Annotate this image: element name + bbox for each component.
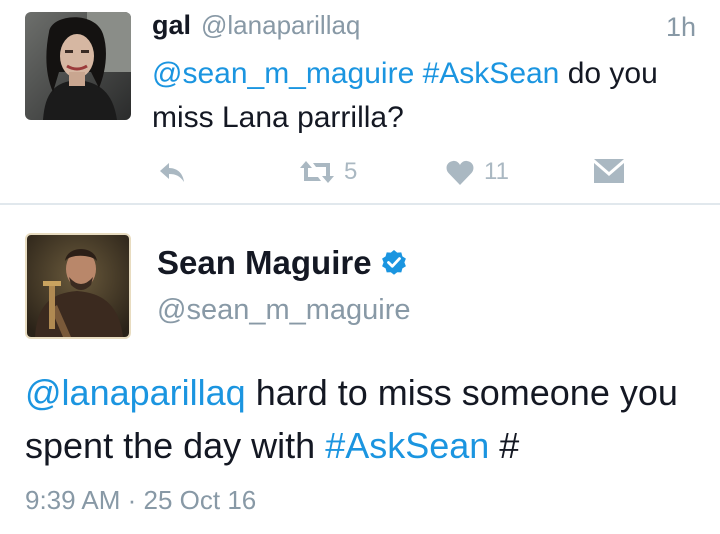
direct-message-button[interactable] xyxy=(594,159,624,183)
verified-badge-icon xyxy=(380,249,408,277)
reply-icon xyxy=(158,160,186,184)
tweet-time: 9:39 AM xyxy=(25,485,121,515)
reply-tweet[interactable]: gal @lanaparillaq 1h @sean_m_maguire #As… xyxy=(0,0,720,205)
retweet-button[interactable]: 5 xyxy=(300,158,357,186)
avatar-photo xyxy=(27,235,129,337)
tweet-time: 1h xyxy=(665,12,696,42)
mention-link[interactable]: @sean_m_maguire xyxy=(152,57,414,90)
like-button[interactable]: 11 xyxy=(446,158,509,186)
mention-link[interactable]: @lanaparillaq xyxy=(25,372,246,413)
avatar[interactable] xyxy=(25,233,131,339)
retweet-count: 5 xyxy=(344,158,358,185)
tweet-text: @sean_m_maguire #AskSean do you miss Lan… xyxy=(152,52,697,140)
user-handle[interactable]: @sean_m_maguire xyxy=(157,294,411,327)
tweet-text-end: # xyxy=(489,425,520,466)
reply-author[interactable]: gal @lanaparillaq xyxy=(152,10,360,46)
heart-icon xyxy=(446,160,474,185)
tweet-actions: 5 11 xyxy=(0,150,720,190)
user-handle[interactable]: @lanaparillaq xyxy=(201,10,360,41)
tweet-text: @lanaparillaq hard to miss someone you s… xyxy=(25,366,705,472)
display-name[interactable]: Sean Maguire xyxy=(157,244,372,282)
direct-message-icon xyxy=(594,159,624,183)
tweet-timestamp[interactable]: 9:39 AM · 25 Oct 16 xyxy=(25,485,256,516)
retweet-icon xyxy=(300,159,334,185)
main-author[interactable]: Sean Maguire xyxy=(157,244,408,282)
tweet-date: 25 Oct 16 xyxy=(143,485,257,515)
hashtag-link[interactable]: #AskSean xyxy=(423,57,560,90)
like-count: 11 xyxy=(484,158,509,185)
meta-separator: · xyxy=(120,485,144,515)
reply-button[interactable] xyxy=(158,160,186,184)
display-name[interactable]: gal xyxy=(152,10,191,41)
avatar[interactable] xyxy=(25,12,131,120)
hashtag-link[interactable]: #AskSean xyxy=(325,425,489,466)
avatar-photo xyxy=(25,12,131,120)
